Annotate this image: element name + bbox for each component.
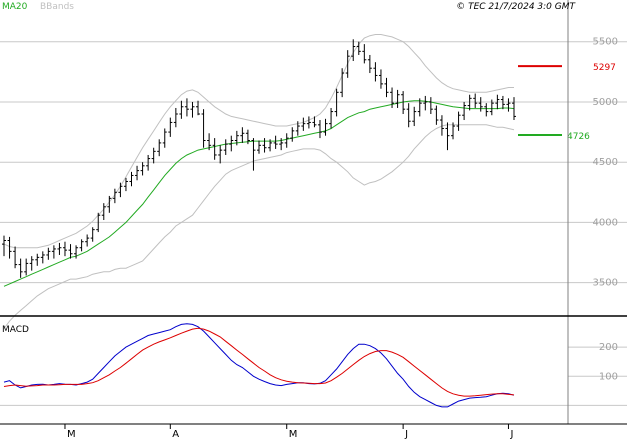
ohlc-bar bbox=[456, 111, 461, 131]
price-y-tick-label: 4500 bbox=[593, 157, 618, 168]
ohlc-bar bbox=[129, 171, 134, 187]
ohlc-bar bbox=[223, 139, 228, 155]
ohlc-bar bbox=[362, 44, 367, 64]
ohlc-bar bbox=[257, 140, 261, 154]
support-label: 4726 bbox=[567, 132, 590, 142]
ohlc-bar bbox=[140, 162, 145, 176]
x-tick-label: M bbox=[289, 429, 298, 440]
ohlc-bar bbox=[35, 253, 40, 266]
macd-line bbox=[3, 323, 515, 408]
price-y-tick-label: 4000 bbox=[593, 217, 618, 228]
ohlc-bar bbox=[484, 103, 489, 117]
chart: 5297 4726 3500 4000 4500 5000 5500 100 200 M A M J J… bbox=[0, 0, 627, 440]
ohlc-bar bbox=[240, 127, 245, 143]
ohlc-bar bbox=[57, 242, 62, 255]
ohlc-bar bbox=[284, 133, 289, 148]
ohlc-bar bbox=[323, 118, 328, 136]
ohlc-bar bbox=[334, 88, 339, 117]
ohlc-bar bbox=[434, 105, 439, 125]
ohlc-bar bbox=[135, 165, 140, 181]
bbands-layer bbox=[3, 34, 515, 329]
ohlc-bar bbox=[345, 50, 350, 78]
price-y-tick-label: 5500 bbox=[593, 37, 618, 48]
ohlc-bar bbox=[317, 120, 322, 139]
ohlc-bar bbox=[168, 117, 173, 137]
ohlc-bar bbox=[445, 122, 450, 151]
chart-canvas: 5297 4726 3500 4000 4500 5000 5500 100 200 M A M J J… bbox=[0, 0, 627, 440]
ohlc-bar bbox=[500, 95, 505, 110]
ohlc-bar bbox=[184, 98, 189, 117]
macd-title: MACD bbox=[2, 325, 29, 335]
ohlc-bar bbox=[40, 251, 45, 264]
ohlc-bar bbox=[462, 101, 467, 121]
ohlc-bar bbox=[46, 247, 51, 260]
ohlc-bar bbox=[90, 227, 95, 242]
ohlc-bar bbox=[218, 145, 223, 164]
macd-y-tick-label: 100 bbox=[599, 371, 618, 382]
price-y-tick-label: 5000 bbox=[593, 97, 618, 108]
x-tick-label: A bbox=[172, 429, 179, 440]
ohlc-bar bbox=[384, 77, 389, 98]
ohlc-bar bbox=[406, 103, 411, 128]
ohlc-bar bbox=[157, 139, 162, 157]
ohlc-bar bbox=[51, 245, 56, 259]
x-tick-label: J bbox=[509, 429, 513, 440]
legend-bbands: BBands bbox=[40, 2, 74, 12]
resistance-label: 5297 bbox=[593, 63, 616, 73]
ohlc-bar bbox=[18, 258, 23, 278]
bbands-lower-line bbox=[3, 124, 515, 329]
ohlc-bar bbox=[24, 258, 29, 276]
ohlc-bar bbox=[173, 107, 178, 128]
ohlc-bar bbox=[13, 246, 18, 269]
ohlc-bar bbox=[146, 154, 151, 171]
copyright: © TEC 21/7/2024 3:0 GMT bbox=[456, 2, 576, 12]
ohlc-bar bbox=[85, 234, 90, 247]
x-tick-label: M bbox=[67, 429, 76, 440]
ohlc-bar bbox=[306, 116, 311, 129]
ohlc-bar bbox=[412, 106, 417, 127]
macd-layer bbox=[3, 323, 515, 408]
ohlc-bar bbox=[251, 138, 256, 171]
ohlc-bar bbox=[478, 97, 483, 112]
ohlc-bar bbox=[356, 41, 361, 55]
ohlc-bar bbox=[340, 68, 345, 98]
ohlc-bar bbox=[262, 138, 267, 153]
price-y-tick-label: 3500 bbox=[593, 278, 618, 289]
ohlc-bar bbox=[367, 54, 372, 74]
ohlc-bar bbox=[273, 135, 278, 149]
ohlc-bar bbox=[212, 138, 217, 160]
ohlc-bar bbox=[373, 62, 378, 82]
ohlc-bar bbox=[68, 244, 73, 259]
legend-ma20: MA20 bbox=[2, 2, 28, 12]
x-tick-label: J bbox=[404, 429, 408, 440]
ohlc-bar bbox=[190, 101, 195, 118]
ohlc-bar bbox=[79, 239, 84, 252]
ohlc-bar bbox=[395, 89, 400, 108]
ohlc-bar bbox=[29, 256, 34, 271]
ohlc-bar bbox=[101, 203, 106, 221]
ohlc-bar bbox=[473, 93, 478, 108]
ohlc-bar bbox=[428, 97, 433, 114]
ohlc-bar bbox=[329, 107, 334, 129]
ohlc-bar bbox=[301, 117, 306, 131]
ohlc-bar bbox=[201, 109, 206, 148]
ohlc-bar bbox=[151, 147, 156, 164]
signal-line bbox=[3, 327, 515, 397]
ohlc-bar bbox=[378, 69, 383, 89]
ohlc-bar bbox=[290, 127, 295, 142]
ohlc-bar bbox=[423, 95, 428, 111]
grid-layer bbox=[0, 41, 627, 406]
macd-y-tick-label: 200 bbox=[599, 342, 618, 353]
ohlc-bar bbox=[179, 100, 184, 119]
price-bars-layer bbox=[2, 39, 516, 278]
ohlc-bar bbox=[2, 235, 6, 257]
ohlc-bar bbox=[506, 98, 511, 112]
ohlc-bar bbox=[7, 236, 12, 259]
ohlc-bar bbox=[62, 241, 67, 257]
ohlc-bar bbox=[162, 128, 167, 148]
ohlc-bar bbox=[196, 100, 201, 116]
